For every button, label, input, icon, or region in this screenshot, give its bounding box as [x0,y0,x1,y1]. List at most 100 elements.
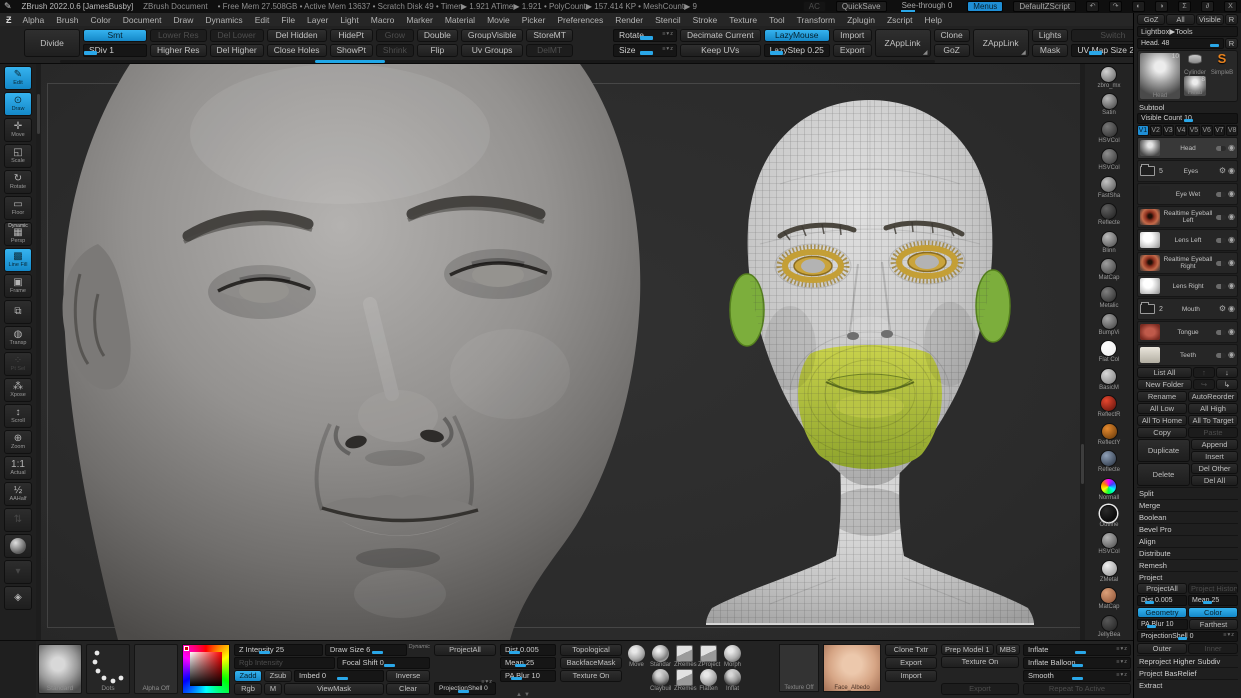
menu-tool[interactable]: Tool [764,15,790,25]
persp-button[interactable]: Dynamic▦Persp [4,222,32,246]
topological-button[interactable]: Topological [560,644,622,656]
mean-25-slider[interactable]: Mean 25 [1188,595,1238,606]
uv-groups-button[interactable]: Uv Groups [461,44,524,57]
paste-button[interactable]: Paste [1188,427,1238,438]
menu-macro[interactable]: Macro [366,15,400,25]
menu-help[interactable]: Help [919,15,946,25]
zbrush-menu-logo-icon[interactable]: Ƶ [2,15,16,25]
boolean-section[interactable]: Boolean [1137,511,1238,522]
menu-marker[interactable]: Marker [401,15,437,25]
current-stroke-thumb[interactable]: Dots [86,644,130,694]
farthest-button[interactable]: Farthest [1189,619,1238,630]
micro-buttons-icon[interactable]: ≡▾z [662,29,674,40]
copy-button[interactable]: Copy [1137,427,1187,438]
material-picker-alt-icon[interactable]: ◑ [1155,1,1168,12]
menu-movie[interactable]: Movie [482,15,515,25]
m-button[interactable]: M [264,683,282,695]
visibility-eye-icon[interactable]: ◉ [1228,190,1235,198]
bevel-pro-section[interactable]: Bevel Pro [1137,523,1238,534]
geometry-button[interactable]: Geometry [1137,607,1187,618]
append-button[interactable]: Append [1191,439,1238,450]
move-button[interactable]: ✛Move [4,118,32,142]
hidept-button[interactable]: HidePt [330,29,373,42]
shrink-button[interactable]: Shrink [376,44,414,57]
goz-button[interactable]: GoZ [934,44,970,57]
visibility-eye-icon[interactable]: ◉ [1228,213,1235,221]
reproject-higher-subdiv-section[interactable]: Reproject Higher Subdiv [1137,655,1238,666]
shelf-slider-handle[interactable] [315,60,385,63]
menu-layer[interactable]: Layer [302,15,333,25]
wireframe-head-model[interactable] [650,64,1085,640]
shader-toggle-icon[interactable] [1216,146,1226,151]
material-hsvcol[interactable]: HSVCol [1098,121,1119,144]
shader-toggle-icon[interactable] [1216,192,1226,197]
lower-res-button[interactable]: Lower Res [150,29,207,42]
-button[interactable]: ↑ [1193,367,1215,378]
menu-preferences[interactable]: Preferences [552,15,608,25]
tool-thumb-head-small[interactable]: 8 Head [1184,76,1206,96]
-button[interactable]: ↳ [1216,379,1238,390]
brush-claybuil[interactable]: Claybuil [650,669,671,692]
material-reflecty[interactable]: ReflectY [1098,423,1121,446]
new-folder-button[interactable]: New Folder [1137,379,1192,390]
menu-zplugin[interactable]: Zplugin [842,15,880,25]
brush-flatten[interactable]: Flatten [698,669,719,692]
shader-toggle-icon[interactable] [1216,238,1226,243]
material-hsvcol[interactable]: HSVCol [1098,532,1119,555]
brush-zremes[interactable]: ZRemes [674,669,695,692]
material-reflectr[interactable]: ReflectR [1097,395,1120,418]
see-through-slider[interactable]: See-through 0 [897,1,958,12]
material-normali[interactable]: NormalI [1098,478,1119,501]
texture-export-button[interactable]: Export [885,657,937,669]
mask-button[interactable]: Mask [1032,44,1069,57]
menu-edit[interactable]: Edit [250,15,275,25]
shelf-slider[interactable] [60,60,935,63]
outer-button[interactable]: Outer [1137,643,1187,654]
grow-button[interactable]: Grow [376,29,414,42]
visibility-eye-icon[interactable]: ◉ [1228,328,1235,336]
menu-picker[interactable]: Picker [517,15,551,25]
subtool-tab-v3[interactable]: V3 [1163,125,1175,136]
menu-draw[interactable]: Draw [169,15,199,25]
subtool-row-mouth[interactable]: 2Mouth⚙◉ [1137,298,1238,320]
menu-brush[interactable]: Brush [51,15,83,25]
menu-transform[interactable]: Transform [792,15,840,25]
dist-slider[interactable]: Dist 0.005 [500,644,556,656]
clear-button[interactable]: Clear [386,683,430,695]
material-outline[interactable]: Outline [1099,505,1118,528]
smt-button[interactable]: Smt [83,29,147,42]
clone-txtr-button[interactable]: Clone Txtr [885,644,937,656]
camera-icon[interactable]: ⧉ [4,300,32,324]
aahalf-button[interactable]: ½AAHalf [4,482,32,506]
visibility-eye-icon[interactable]: ◉ [1228,282,1235,290]
zadd-button[interactable]: Zadd [234,670,262,682]
undo-brush-icon[interactable]: ↶ [1086,1,1099,12]
menu-light[interactable]: Light [335,15,363,25]
smooth-slider[interactable]: Smooth≡▾z [1023,670,1131,682]
slider-handle[interactable] [1147,625,1156,628]
brush-morph[interactable]: Morph [722,645,743,668]
draw-button[interactable]: ⊙Draw [4,92,32,116]
mean-slider[interactable]: Mean 25 [500,657,556,669]
export-button[interactable]: Export [833,44,872,57]
lights-button[interactable]: Lights [1032,29,1069,42]
rgb-intensity-slider[interactable]: Rgb Intensity [234,657,335,669]
repeat-to-active-button[interactable]: Repeat To Active [1023,683,1131,695]
lightbox-tools-bar[interactable]: Lightbox▶Tools [1137,26,1238,37]
actual-button[interactable]: 1:1Actual [4,456,32,480]
material-reflecte[interactable]: Reflecte [1098,203,1120,226]
texture-on-button[interactable]: Texture On [560,670,622,682]
subtool-row-realtime-eyeball-right[interactable]: Realtime Eyeball Right◉ [1137,252,1238,274]
shader-toggle-icon[interactable] [1216,261,1226,266]
brush-zproject[interactable]: ZProject [698,645,719,668]
fgr-icon[interactable]: ⇅ [4,508,32,532]
menus-toggle-button[interactable]: Menus [967,1,1003,12]
del-higher-button[interactable]: Del Higher [210,44,264,57]
material-matcap[interactable]: MatCap [1098,587,1119,610]
material-picker-icon[interactable]: ◐ [1132,1,1145,12]
shader-toggle-icon[interactable] [1216,353,1226,358]
project-history-button[interactable]: Project History [1188,583,1238,594]
storemt-button[interactable]: StoreMT [526,29,573,42]
gear-icon[interactable]: ⚙ [1219,305,1226,313]
pa-blur-slider[interactable]: PA Blur 10 [500,670,556,682]
